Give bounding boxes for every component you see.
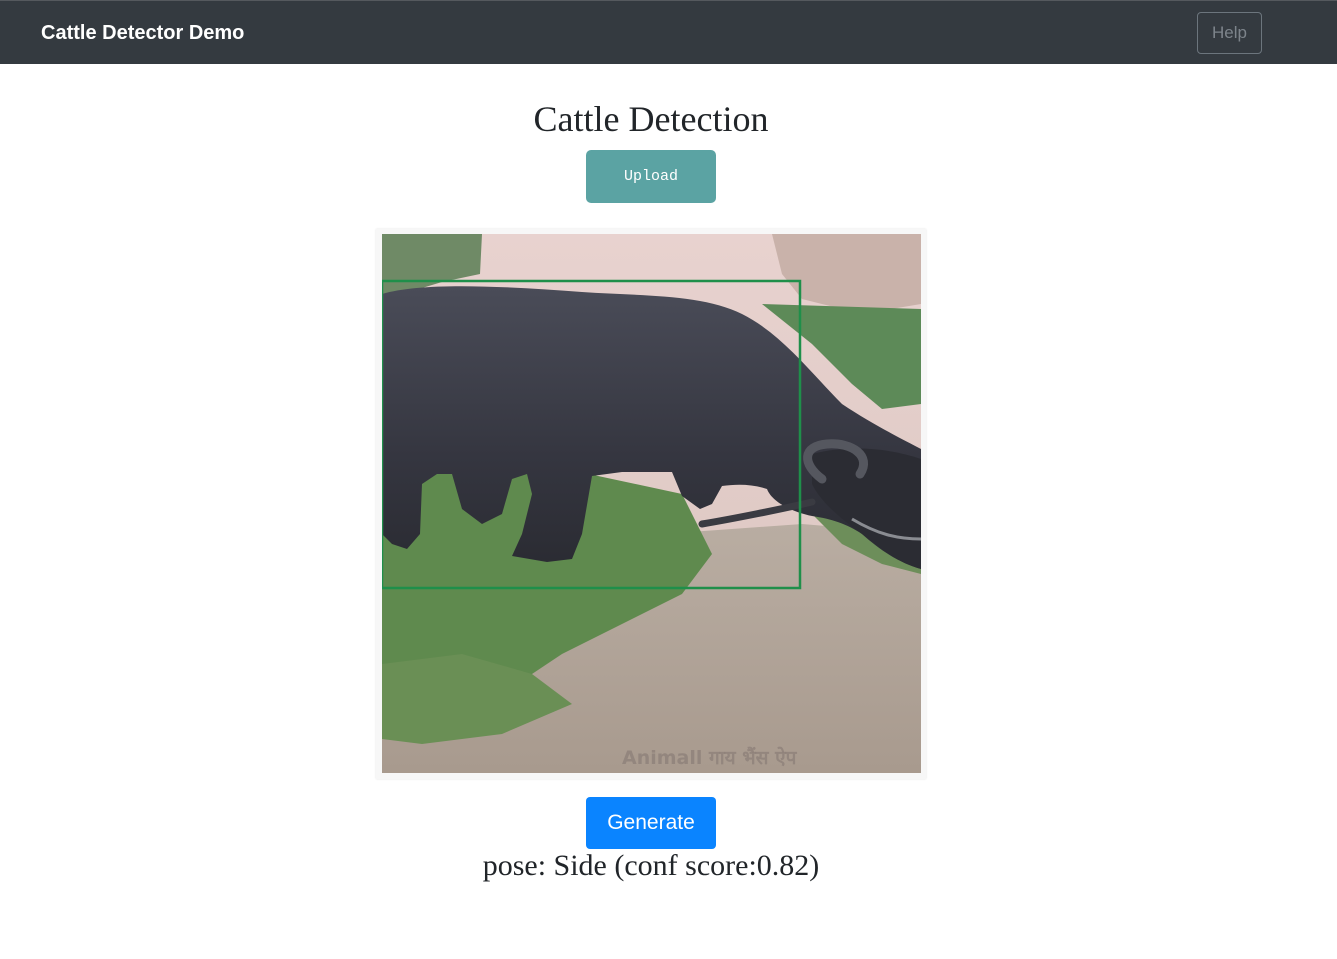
help-button[interactable]: Help: [1197, 12, 1262, 54]
top-navbar: Cattle Detector Demo Help: [0, 0, 1337, 64]
navbar-brand[interactable]: Cattle Detector Demo: [41, 20, 244, 46]
image-watermark: Animall गाय भैंस ऐप: [622, 746, 798, 769]
pose-result-text: pose: Side (conf score:0.82): [482, 849, 820, 882]
generate-button[interactable]: Generate: [586, 797, 716, 849]
detection-result-image: Animall गाय भैंस ऐप: [382, 234, 921, 773]
detection-image-frame: Animall गाय भैंस ऐप: [376, 229, 926, 779]
page-title: Cattle Detection: [533, 99, 769, 139]
upload-button[interactable]: Upload: [586, 150, 716, 203]
